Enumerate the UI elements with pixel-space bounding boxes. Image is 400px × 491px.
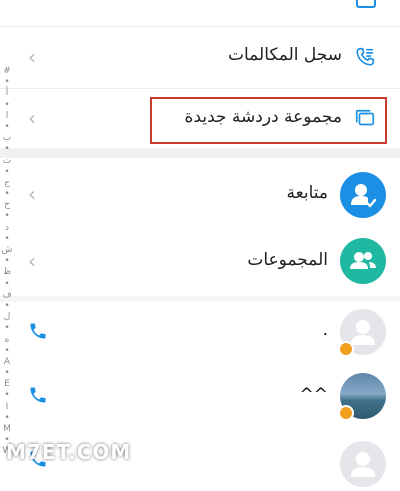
chevron-left-icon: ‹ [28, 45, 36, 69]
index-letter[interactable]: • [0, 167, 14, 178]
index-letter[interactable]: A [0, 357, 14, 368]
contact-row[interactable]: . [0, 303, 400, 363]
index-letter[interactable]: ش [0, 245, 14, 256]
index-letter[interactable]: ب [0, 133, 14, 144]
index-letter[interactable]: • [0, 256, 14, 267]
highlight-box [150, 97, 387, 144]
index-letter[interactable]: M [0, 424, 14, 435]
index-letter[interactable]: • [0, 211, 14, 222]
section-gap [0, 148, 400, 158]
user-check-icon [351, 184, 377, 208]
index-letter[interactable]: • [0, 390, 14, 401]
index-letter[interactable]: • [0, 122, 14, 133]
index-letter[interactable]: ج [0, 178, 14, 189]
index-letter[interactable]: ه [0, 335, 14, 346]
contact-avatar [340, 441, 386, 487]
index-letter[interactable]: • [0, 413, 14, 424]
phone-icon[interactable] [28, 321, 48, 341]
partial-row-text [224, 0, 344, 4]
index-letter[interactable]: ف [0, 290, 14, 301]
index-letter[interactable]: I [0, 402, 14, 413]
users-icon [350, 252, 376, 269]
index-letter[interactable]: • [0, 279, 14, 290]
divider [0, 88, 400, 89]
index-letter[interactable]: # [0, 66, 14, 77]
section-gap [0, 296, 400, 302]
index-letter[interactable]: • [0, 301, 14, 312]
index-letter[interactable]: د [0, 223, 14, 234]
follow-avatar [340, 172, 386, 218]
contact-name: ^^ [299, 385, 329, 405]
call-log-row[interactable]: ‹ سجل المكالمات [0, 30, 400, 84]
top-partial-row[interactable] [0, 0, 400, 18]
index-letter[interactable]: أ [0, 88, 14, 99]
index-letter[interactable]: ل [0, 312, 14, 323]
groups-label: المجموعات [247, 250, 328, 270]
index-letter[interactable]: ح [0, 200, 14, 211]
index-letter[interactable]: ا [0, 111, 14, 122]
follow-label: متابعة [286, 183, 328, 203]
alphabet-index[interactable]: # • أ • ا • ب • ت • ج • ح • د • ش • ظ • ف • ل • ه • A • E • I • M • W [0, 66, 14, 458]
groups-row[interactable]: ‹ المجموعات [0, 230, 400, 294]
contact-row[interactable]: ^^ [0, 363, 400, 429]
index-letter[interactable]: • [0, 346, 14, 357]
status-badge [338, 341, 354, 357]
chevron-left-icon: ‹ [28, 249, 36, 273]
index-letter[interactable]: ظ [0, 267, 14, 278]
divider [0, 26, 400, 27]
index-letter[interactable]: • [0, 323, 14, 334]
call-log-label: سجل المكالمات [228, 45, 342, 65]
watermark: M7ET.COM [6, 440, 132, 464]
index-letter[interactable]: • [0, 77, 14, 88]
chevron-left-icon: ‹ [28, 106, 36, 130]
index-letter[interactable]: • [0, 189, 14, 200]
partial-row-icon [356, 0, 376, 8]
index-letter[interactable]: • [0, 234, 14, 245]
contact-name: . [322, 320, 328, 340]
index-letter[interactable]: E [0, 379, 14, 390]
call-log-icon [356, 47, 375, 66]
status-badge [338, 405, 354, 421]
index-letter[interactable]: ت [0, 156, 14, 167]
follow-row[interactable]: ‹ متابعة [0, 160, 400, 230]
index-letter[interactable]: • [0, 368, 14, 379]
chevron-left-icon: ‹ [28, 182, 36, 206]
index-letter[interactable]: • [0, 144, 14, 155]
groups-avatar [340, 238, 386, 284]
default-user-icon [351, 452, 375, 477]
index-letter[interactable]: • [0, 100, 14, 111]
phone-icon[interactable] [28, 385, 48, 405]
